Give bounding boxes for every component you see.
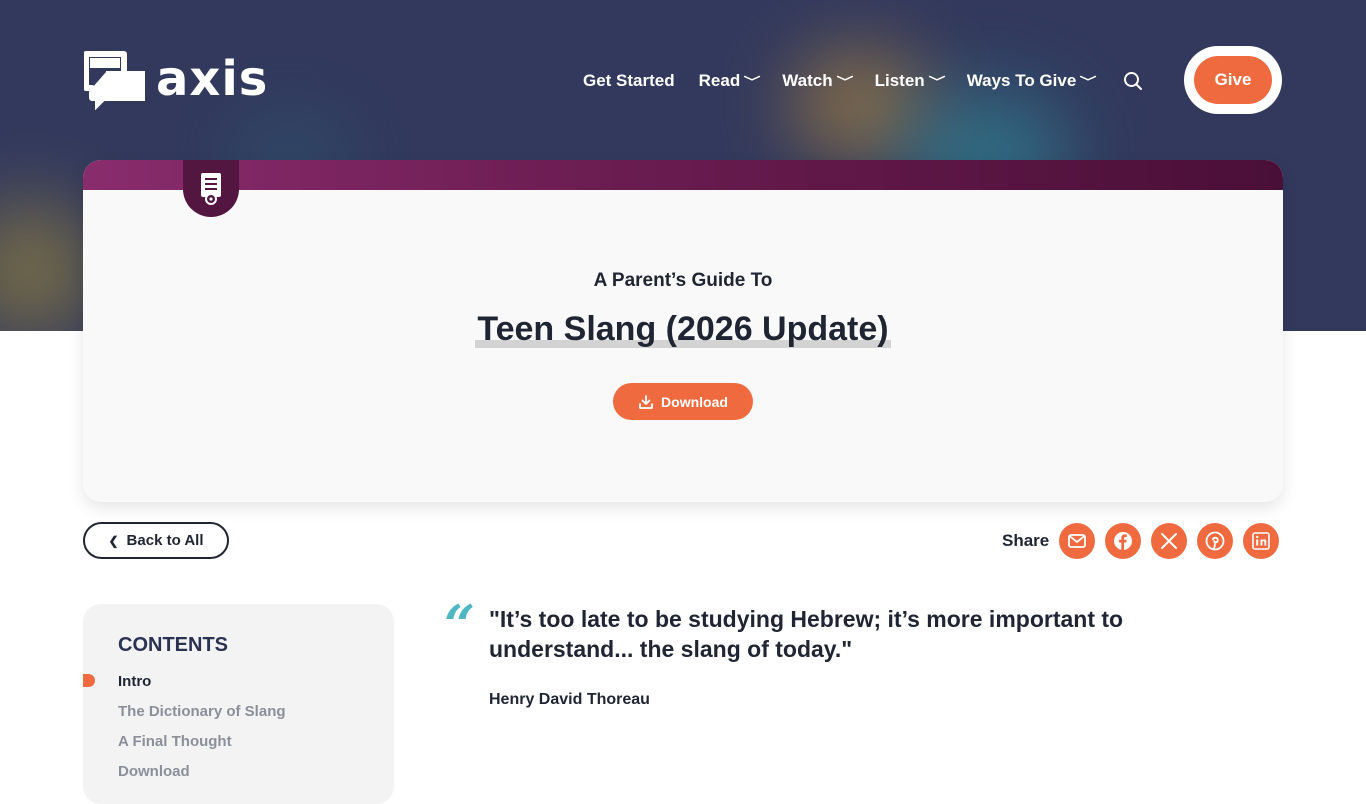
guide-document-icon	[183, 160, 239, 217]
contents-item-download[interactable]: Download	[118, 763, 190, 780]
card-accent-bar	[83, 160, 1283, 190]
x-icon	[1161, 533, 1178, 549]
email-icon	[1068, 534, 1087, 548]
main-nav: Get Started Read ﹀ Watch ﹀ Listen ﹀ Ways…	[583, 70, 1144, 92]
pull-quote: "It’s too late to be studying Hebrew; it…	[489, 606, 1124, 662]
chevron-down-icon: ﹀	[836, 74, 854, 89]
nav-item-ways-to-give[interactable]: Ways To Give ﹀	[966, 71, 1097, 91]
share-bar: Share	[1002, 523, 1280, 559]
chevron-down-icon: ﹀	[1079, 74, 1097, 89]
share-label: Share	[1002, 531, 1050, 550]
guide-subtitle: A Parent’s Guide To	[593, 270, 773, 291]
active-item-marker	[83, 674, 95, 687]
give-button-ring: Give	[1184, 46, 1282, 114]
back-to-all-button[interactable]: ❮ Back to All	[83, 522, 229, 559]
axis-logo[interactable]: axis	[83, 48, 269, 111]
pinterest-share-button[interactable]	[1197, 523, 1234, 559]
contents-item-dictionary[interactable]: The Dictionary of Slang	[118, 703, 286, 720]
logo-text: axis	[156, 51, 269, 107]
nav-item-watch[interactable]: Watch ﹀	[782, 71, 854, 91]
nav-item-label: Listen	[874, 71, 925, 90]
linkedin-share-button[interactable]	[1243, 523, 1280, 559]
contents-panel: CONTENTS Intro The Dictionary of Slang A…	[83, 604, 394, 804]
page-title-text: Teen Slang (2026 Update)	[477, 310, 889, 348]
pinterest-icon	[1205, 531, 1225, 551]
email-share-button[interactable]	[1059, 523, 1096, 559]
facebook-share-button[interactable]	[1105, 523, 1142, 559]
nav-item-get-started[interactable]: Get Started	[583, 71, 675, 91]
contents-item-intro[interactable]: Intro	[118, 673, 151, 690]
quote-author: Henry David Thoreau	[489, 691, 650, 708]
download-label: Download	[661, 393, 728, 410]
linkedin-icon	[1252, 532, 1271, 550]
contents-item-final-thought[interactable]: A Final Thought	[118, 733, 232, 750]
nav-item-label: Ways To Give	[966, 71, 1077, 90]
chevron-down-icon: ﹀	[743, 74, 761, 89]
download-icon	[639, 394, 653, 409]
nav-item-label: Read	[698, 71, 741, 90]
download-button[interactable]: Download	[613, 383, 753, 420]
nav-item-label: Watch	[782, 71, 833, 90]
page-title: Teen Slang (2026 Update)	[83, 310, 1283, 349]
nav-item-label: Get Started	[583, 71, 675, 90]
facebook-icon	[1114, 532, 1133, 550]
chevron-left-icon: ❮	[108, 533, 119, 548]
guide-header-card: A Parent’s Guide To Teen Slang (2026 Upd…	[83, 160, 1283, 502]
contents-title: CONTENTS	[118, 634, 228, 656]
logo-chat-icon	[83, 48, 148, 111]
back-label: Back to All	[126, 532, 204, 549]
give-button[interactable]: Give	[1194, 56, 1272, 104]
x-share-button[interactable]	[1151, 523, 1188, 559]
quote-mark-icon: “	[444, 593, 476, 657]
nav-item-listen[interactable]: Listen ﹀	[874, 71, 946, 91]
chevron-down-icon: ﹀	[928, 74, 946, 89]
search-icon[interactable]	[1122, 70, 1144, 92]
nav-item-read[interactable]: Read ﹀	[698, 71, 761, 91]
